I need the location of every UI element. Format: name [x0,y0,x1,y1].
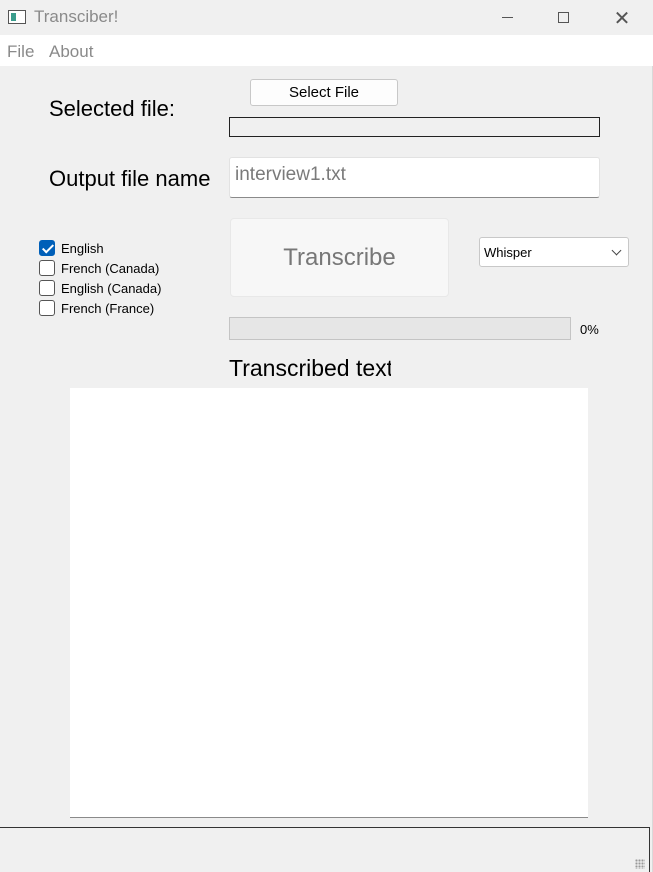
output-file-input[interactable]: interview1.txt [229,157,600,198]
resize-grip-icon[interactable] [635,859,645,869]
language-label: English (Canada) [61,280,162,296]
menu-about[interactable]: About [49,42,93,62]
minimize-button[interactable] [478,0,536,35]
language-checkbox[interactable] [39,300,55,316]
language-label: French (France) [61,300,155,316]
close-icon: ✕ [613,5,631,30]
menu-bar: File About [0,35,653,66]
chevron-down-icon [611,245,622,256]
model-select[interactable]: Whisper [479,237,629,267]
language-option-english-canada[interactable]: English (Canada) [39,278,161,298]
title-bar[interactable]: Transciber! ✕ [0,0,653,35]
language-checkbox[interactable] [39,240,55,256]
progress-percent: 0% [580,322,599,337]
status-bar [0,827,650,872]
transcribed-text-area[interactable] [70,388,588,818]
selected-file-display [229,117,600,137]
language-option-french-france[interactable]: French (France) [39,298,161,318]
language-checkbox[interactable] [39,280,55,296]
maximize-icon [557,12,569,23]
language-label: French (Canada) [61,260,160,276]
close-button[interactable]: ✕ [593,0,651,35]
transcribe-button[interactable]: Transcribe [230,218,449,297]
language-option-french-canada[interactable]: French (Canada) [39,258,161,278]
selected-file-label: Selected file: [49,96,175,121]
menu-file[interactable]: File [7,42,34,62]
language-option-english[interactable]: English [39,238,161,258]
language-list: English French (Canada) English (Canada)… [39,238,161,318]
app-window: Transciber! ✕ File About Selected file: … [0,0,653,872]
minimize-icon [501,17,513,18]
progress-bar [229,317,571,340]
select-file-button[interactable]: Select File [250,79,398,106]
window-title: Transciber! [34,7,119,26]
transcribed-text-label: Transcribed text [229,355,391,381]
language-checkbox[interactable] [39,260,55,276]
maximize-button[interactable] [534,0,592,35]
output-file-label: Output file name [49,166,211,191]
model-select-value: Whisper [484,245,532,260]
language-label: English [61,240,104,256]
app-icon [8,10,26,24]
